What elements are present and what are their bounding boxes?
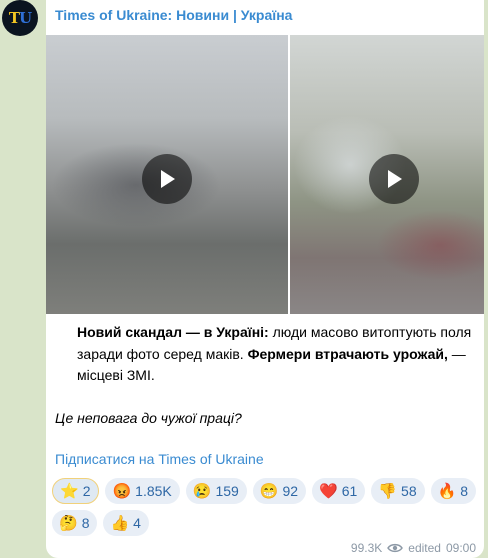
reaction-chip[interactable]: 🔥 8 — [430, 478, 477, 504]
reaction-count: 1.85K — [135, 483, 172, 499]
reaction-count: 92 — [282, 483, 299, 499]
reaction-chip[interactable]: 😢 159 — [185, 478, 247, 504]
post-farmers-bold: Фермери втрачають урожай, — [247, 345, 448, 362]
reaction-chip[interactable]: 🤔 8 — [52, 510, 98, 536]
post-headline-bold: Новий скандал — в Україні: — [77, 324, 269, 340]
reaction-count: 2 — [82, 483, 91, 499]
channel-avatar[interactable]: TU — [2, 0, 38, 36]
grinning-face-icon: 😁 — [259, 482, 279, 500]
media-album — [46, 35, 484, 314]
reaction-count: 61 — [341, 483, 358, 499]
post-text: Новий скандал — в Україні: люди масово в… — [55, 322, 475, 429]
reaction-chip[interactable]: ❤️ 61 — [312, 478, 366, 504]
post-question: Це неповага до чужої праці? — [55, 409, 242, 426]
thinking-face-icon: 🤔 — [59, 514, 78, 532]
angry-face-icon: 😡 — [112, 482, 132, 500]
video-thumbnail-1[interactable] — [46, 35, 288, 314]
reaction-chip[interactable]: 😁 92 — [252, 478, 307, 504]
message-time: 09:00 — [445, 541, 476, 555]
video-thumbnail-2[interactable] — [290, 35, 484, 314]
thumbs-down-icon: 👎 — [378, 482, 398, 500]
reaction-count: 8 — [460, 483, 469, 499]
play-button[interactable] — [369, 154, 419, 204]
reaction-chip[interactable]: 😡 1.85K — [105, 478, 180, 504]
reaction-count: 159 — [215, 483, 239, 499]
play-icon — [161, 170, 175, 188]
message-footer: 99.3K edited 09:00 — [351, 541, 476, 555]
view-count: 99.3K — [350, 541, 383, 555]
avatar-letter-t: T — [8, 9, 20, 27]
reaction-count: 58 — [401, 483, 417, 499]
reactions-bar: ⭐ 2 😡 1.85K 😢 159 😁 92 ❤️ 61 👎 58 🔥 8 🤔 8 👍 4 — [52, 478, 480, 536]
reaction-chip[interactable]: 👍 4 — [103, 510, 149, 536]
star-icon: ⭐ — [60, 482, 79, 500]
subscribe-link[interactable]: Підписатися на Times of Ukraine — [55, 451, 264, 467]
play-button[interactable] — [142, 154, 192, 204]
reaction-count: 4 — [133, 515, 141, 531]
fire-icon: 🔥 — [437, 482, 457, 500]
reaction-chip[interactable]: ⭐ 2 — [52, 478, 100, 504]
heart-icon: ❤️ — [319, 482, 338, 500]
thumbs-up-icon: 👍 — [110, 514, 130, 532]
edited-label: edited — [408, 541, 441, 555]
channel-name[interactable]: Times of Ukraine: Новини | Україна — [55, 7, 292, 23]
post-paragraph: Новий скандал — в Україні: люди масово в… — [55, 322, 475, 387]
reaction-count: 8 — [81, 515, 90, 531]
reaction-chip[interactable]: 👎 58 — [371, 478, 425, 504]
eye-icon — [387, 543, 404, 553]
play-icon — [388, 170, 402, 188]
crying-face-icon: 😢 — [192, 482, 212, 500]
avatar-letter-u: U — [19, 9, 32, 27]
message-bubble: Times of Ukraine: Новини | Україна Новий… — [46, 0, 484, 558]
